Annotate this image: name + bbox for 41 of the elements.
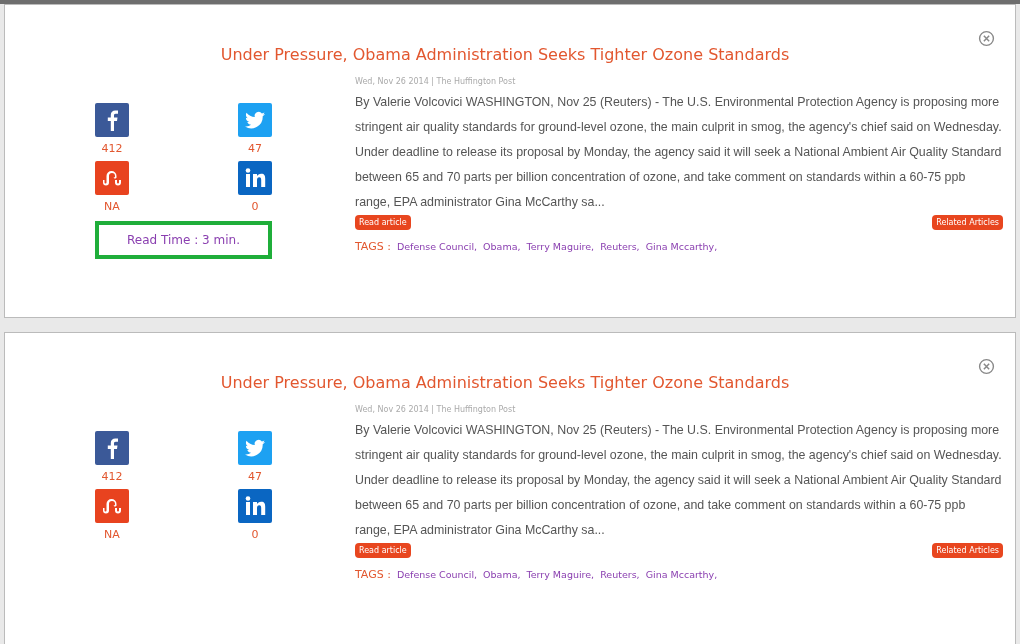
- tag-link[interactable]: Reuters,: [600, 241, 640, 252]
- tag-link[interactable]: Terry Maguire,: [526, 569, 595, 580]
- article-title: Under Pressure, Obama Administration Seeks Tighter Ozone Standards: [220, 372, 790, 392]
- stumbleupon-icon[interactable]: [95, 489, 129, 523]
- tag-link[interactable]: Obama,: [483, 569, 521, 580]
- tag-link[interactable]: Gina Mccarthy,: [645, 569, 718, 580]
- tag-link[interactable]: Gina Mccarthy,: [645, 241, 718, 252]
- close-icon[interactable]: [978, 358, 995, 375]
- share-count: 412: [101, 470, 123, 483]
- tags-label: TAGS :: [355, 240, 391, 253]
- twitter-icon[interactable]: [238, 431, 272, 465]
- tag-link[interactable]: Obama,: [483, 241, 521, 252]
- related-articles-button[interactable]: Related Articles: [932, 543, 1003, 558]
- facebook-icon[interactable]: [95, 103, 129, 137]
- linkedin-icon[interactable]: [238, 161, 272, 195]
- article-summary: By Valerie Volcovici WASHINGTON, Nov 25 (Reuters) - The U.S. Environmental Protection Agency is proposing more stringent air quality standards for ground-level ozone, the main culprit in smog, the agency's chief said on Wednesday. Under deadline to release its proposal by Monday, the agency said it will seek a National Ambient Air Quality Standard between 65 and 70 parts per billion concentration of ozone, and take comment on standards within a 60-75 ppb range, EPA administrator Gina McCarthy sa...: [355, 422, 1003, 539]
- share-count: 47: [248, 142, 262, 155]
- article-title: Under Pressure, Obama Administration Seeks Tighter Ozone Standards: [220, 44, 790, 64]
- tag-link[interactable]: Defense Council,: [396, 569, 478, 580]
- facebook-icon[interactable]: [95, 431, 129, 465]
- stumbleupon-icon[interactable]: [95, 161, 129, 195]
- share-count: 0: [251, 200, 259, 213]
- tags-label: TAGS :: [355, 568, 391, 581]
- share-count: NA: [104, 200, 120, 213]
- read-article-button[interactable]: Read article: [355, 215, 411, 230]
- linkedin-icon[interactable]: [238, 489, 272, 523]
- share-count: 47: [248, 470, 262, 483]
- related-articles-button[interactable]: Related Articles: [932, 215, 1003, 230]
- share-count: 412: [101, 142, 123, 155]
- twitter-icon[interactable]: [238, 103, 272, 137]
- read-time-label: Read Time : 3 min.: [95, 221, 272, 259]
- article-date-source: Wed, Nov 26 2014 | The Huffington Post: [355, 77, 517, 86]
- tag-link[interactable]: Reuters,: [600, 569, 640, 580]
- share-count: NA: [104, 528, 120, 541]
- article-summary: By Valerie Volcovici WASHINGTON, Nov 25 (Reuters) - The U.S. Environmental Protection Agency is proposing more stringent air quality standards for ground-level ozone, the main culprit in smog, the agency's chief said on Wednesday. Under deadline to release its proposal by Monday, the agency said it will seek a National Ambient Air Quality Standard between 65 and 70 parts per billion concentration of ozone, and take comment on standards within a 60-75 ppb range, EPA administrator Gina McCarthy sa...: [355, 94, 1003, 211]
- tag-link[interactable]: Defense Council,: [396, 241, 478, 252]
- tag-link[interactable]: Terry Maguire,: [526, 241, 595, 252]
- close-icon[interactable]: [978, 30, 995, 47]
- share-count: 0: [251, 528, 259, 541]
- article-date-source: Wed, Nov 26 2014 | The Huffington Post: [355, 405, 517, 414]
- read-article-button[interactable]: Read article: [355, 543, 411, 558]
